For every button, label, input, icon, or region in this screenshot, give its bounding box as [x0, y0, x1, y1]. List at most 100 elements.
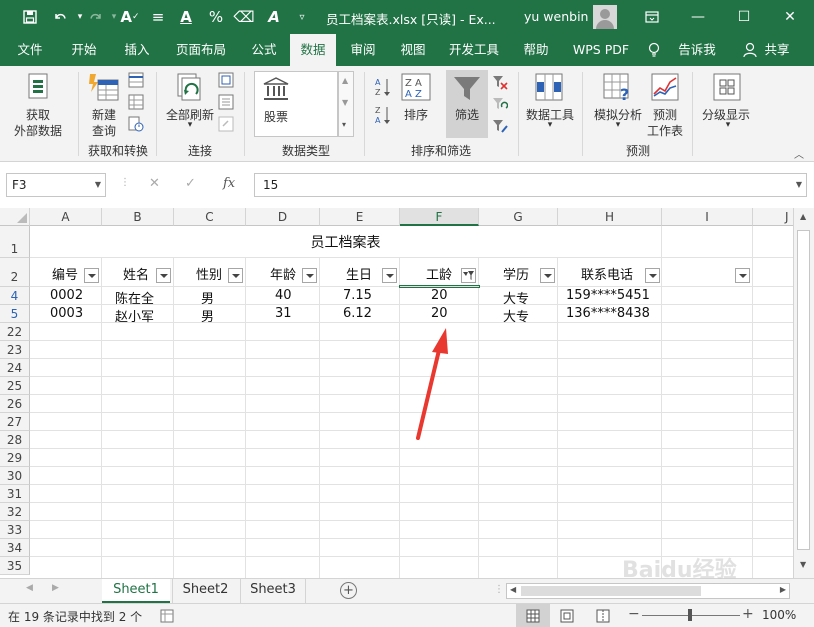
- tab-page-layout[interactable]: 页面布局: [170, 34, 232, 66]
- new-query-label[interactable]: 新建: [86, 106, 122, 123]
- chevron-down-icon[interactable]: ▼: [95, 174, 101, 196]
- tab-insert[interactable]: 插入: [115, 34, 159, 66]
- refresh-all-icon[interactable]: [176, 72, 206, 107]
- undo-icon[interactable]: [50, 7, 70, 27]
- column-header-d[interactable]: D: [246, 208, 320, 226]
- filter-dropdown-button[interactable]: [382, 268, 397, 283]
- spellcheck-icon[interactable]: A ✓: [120, 7, 140, 27]
- tab-developer[interactable]: 开发工具: [443, 34, 505, 66]
- row-header[interactable]: 25: [0, 377, 30, 395]
- ribbon-display-icon[interactable]: [638, 5, 666, 29]
- share-button[interactable]: 共享: [760, 34, 794, 66]
- gallery-scroll[interactable]: ▲ ▼ ▾: [338, 71, 354, 137]
- text-style-icon[interactable]: A: [264, 7, 284, 27]
- column-header-j[interactable]: J: [753, 208, 793, 226]
- name-box[interactable]: F3 ▼: [6, 173, 106, 197]
- page-break-view-icon[interactable]: [596, 609, 610, 626]
- table-cell[interactable]: 159****5451: [566, 288, 650, 303]
- stocks-icon[interactable]: [262, 76, 290, 105]
- row-header[interactable]: 27: [0, 413, 30, 431]
- table-cell[interactable]: 男: [201, 288, 214, 307]
- what-if-analysis-icon[interactable]: ?: [602, 72, 634, 105]
- align-icon[interactable]: ≡: [148, 7, 168, 27]
- save-icon[interactable]: [20, 7, 40, 27]
- scroll-thumb[interactable]: [521, 586, 701, 596]
- what-if-dropdown-icon[interactable]: ▾: [612, 120, 624, 130]
- horizontal-scrollbar[interactable]: ◀ ▶: [506, 583, 790, 599]
- from-table-icon[interactable]: [128, 94, 144, 113]
- table-cell[interactable]: 大专: [503, 288, 529, 307]
- font-color-icon[interactable]: A: [176, 7, 196, 27]
- row-header[interactable]: 34: [0, 539, 30, 557]
- table-cell[interactable]: 7.15: [343, 288, 372, 303]
- table-cell[interactable]: 0002: [50, 288, 83, 303]
- table-cell[interactable]: 6.12: [343, 306, 372, 321]
- minimize-button[interactable]: —: [684, 5, 712, 29]
- collapse-ribbon-icon[interactable]: ︿: [794, 146, 804, 161]
- column-header-e[interactable]: E: [320, 208, 400, 226]
- edit-links-icon[interactable]: [218, 116, 234, 135]
- column-header-b[interactable]: B: [102, 208, 174, 226]
- table-cell[interactable]: 136****8438: [566, 306, 650, 321]
- row-header[interactable]: 33: [0, 521, 30, 539]
- sort-icon[interactable]: Z AA Z: [400, 72, 432, 105]
- row-header[interactable]: 31: [0, 485, 30, 503]
- connections-icon[interactable]: [218, 72, 234, 91]
- tab-file[interactable]: 文件: [8, 34, 52, 66]
- normal-view-button[interactable]: [516, 604, 550, 627]
- row-header[interactable]: 22: [0, 323, 30, 341]
- column-header-g[interactable]: G: [479, 208, 558, 226]
- table-cell[interactable]: 40: [275, 288, 292, 303]
- scroll-up-icon[interactable]: ▲: [800, 212, 806, 221]
- tab-home[interactable]: 开始: [62, 34, 106, 66]
- select-all-corner[interactable]: [0, 208, 30, 226]
- forecast-label2[interactable]: 工作表: [644, 122, 686, 139]
- vertical-scrollbar[interactable]: ▲ ▼: [793, 208, 814, 578]
- tab-review[interactable]: 审阅: [342, 34, 384, 66]
- sheet-tab-sheet2[interactable]: Sheet2: [172, 579, 238, 603]
- zoom-slider-thumb[interactable]: [688, 609, 692, 621]
- cancel-icon[interactable]: ✕: [149, 176, 160, 191]
- redo-icon[interactable]: [86, 7, 106, 27]
- outline-icon[interactable]: [712, 72, 742, 105]
- row-header[interactable]: 23: [0, 341, 30, 359]
- row-header-1[interactable]: 1: [0, 226, 30, 258]
- tab-formulas[interactable]: 公式: [242, 34, 286, 66]
- table-cell[interactable]: 赵小军: [115, 306, 154, 325]
- expand-formula-icon[interactable]: ▼: [796, 174, 802, 196]
- scroll-right-icon[interactable]: ▶: [780, 585, 786, 594]
- row-header-2[interactable]: 2: [0, 258, 30, 287]
- row-header[interactable]: 24: [0, 359, 30, 377]
- sort-label[interactable]: 排序: [398, 106, 434, 123]
- page-layout-view-icon[interactable]: [560, 609, 574, 626]
- zoom-out-icon[interactable]: −: [628, 606, 640, 622]
- new-query-icon[interactable]: [88, 72, 122, 107]
- tab-view[interactable]: 视图: [392, 34, 434, 66]
- close-button[interactable]: ✕: [776, 5, 804, 29]
- column-header-f[interactable]: F: [400, 208, 479, 226]
- filter-dropdown-button[interactable]: [228, 268, 243, 283]
- row-header[interactable]: 28: [0, 431, 30, 449]
- reapply-icon[interactable]: [492, 96, 509, 115]
- scroll-down-icon[interactable]: ▼: [800, 560, 806, 569]
- tab-data[interactable]: 数据: [290, 34, 336, 66]
- zoom-in-icon[interactable]: +: [742, 606, 754, 622]
- worksheet-grid[interactable]: A B C D E F G H I J 1 2 4 5 22 23 24 25 …: [0, 208, 814, 578]
- advanced-filter-icon[interactable]: [492, 118, 508, 137]
- row-header-5[interactable]: 5: [0, 305, 30, 323]
- avatar[interactable]: [593, 5, 617, 29]
- next-sheet-icon[interactable]: ▶: [52, 583, 59, 593]
- insert-function-icon[interactable]: fx: [223, 176, 235, 191]
- get-external-data-label[interactable]: 获取: [18, 106, 58, 123]
- filter-dropdown-button[interactable]: [735, 268, 750, 283]
- sort-descending-icon[interactable]: ZA: [374, 104, 392, 129]
- row-header[interactable]: 30: [0, 467, 30, 485]
- column-header-a[interactable]: A: [30, 208, 102, 226]
- row-header[interactable]: 35: [0, 557, 30, 575]
- add-sheet-icon[interactable]: +: [340, 582, 357, 599]
- tab-help[interactable]: 帮助: [515, 34, 557, 66]
- filter-dropdown-button[interactable]: [645, 268, 660, 283]
- tab-wps-pdf[interactable]: WPS PDF: [568, 34, 634, 66]
- filter-applied-button[interactable]: [461, 268, 476, 283]
- row-header[interactable]: 26: [0, 395, 30, 413]
